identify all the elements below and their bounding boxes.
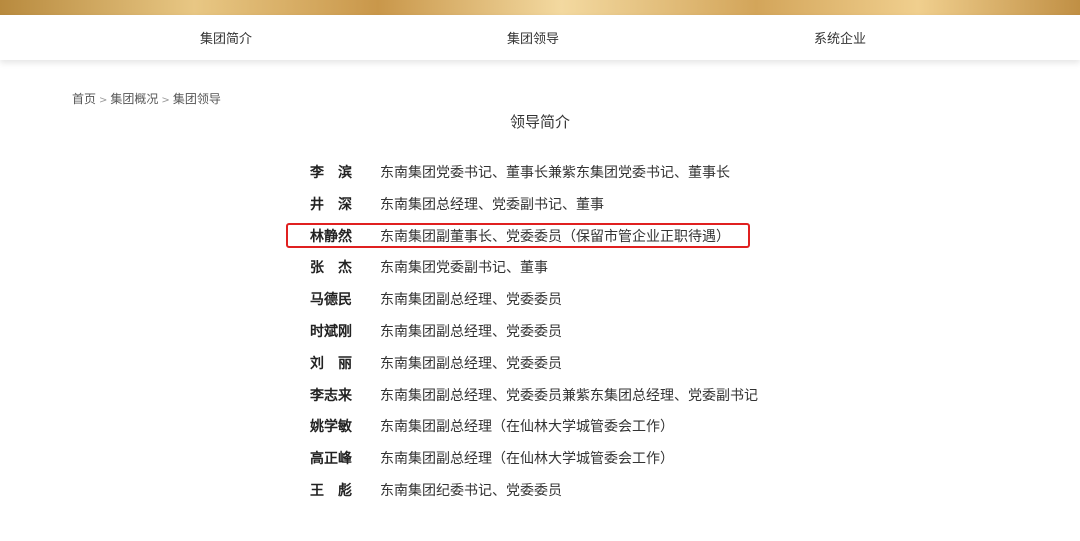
nav-item-group-intro[interactable]: 集团简介 bbox=[200, 28, 252, 47]
leader-row: 王 彪 东南集团纪委书记、党委委员 bbox=[310, 476, 780, 508]
leader-row: 张 杰 东南集团党委副书记、董事 bbox=[310, 253, 780, 285]
leader-title: 东南集团副总经理、党委委员 bbox=[380, 292, 562, 309]
leader-name: 时斌刚 bbox=[310, 323, 352, 340]
leader-name: 王 彪 bbox=[310, 482, 352, 499]
leader-row: 时斌刚 东南集团副总经理、党委委员 bbox=[310, 317, 780, 349]
leader-name: 姚学敏 bbox=[310, 419, 352, 436]
page-title: 领导简介 bbox=[509, 113, 570, 131]
leader-name: 马德民 bbox=[310, 292, 352, 309]
leader-name: 李 滨 bbox=[310, 165, 352, 181]
leader-row: 井 深 东南集团总经理、党委副书记、董事 bbox=[310, 190, 780, 222]
leader-row: 马德民 东南集团副总经理、党委委员 bbox=[310, 285, 780, 317]
leader-name: 高正峰 bbox=[310, 451, 352, 468]
leader-name: 井 深 bbox=[310, 196, 352, 213]
leader-title: 东南集团副总经理（在仙林大学城管委会工作） bbox=[380, 419, 674, 436]
leader-row: 刘 丽 东南集团副总经理、党委委员 bbox=[310, 349, 780, 381]
nav-item-system-enterprises[interactable]: 系统企业 bbox=[814, 28, 866, 47]
leader-name: 刘 丽 bbox=[310, 355, 352, 372]
leader-row: 李 滨 东南集团党委书记、董事长兼紫东集团党委书记、董事长 bbox=[310, 158, 780, 190]
top-nav-bar: 集团简介 集团领导 系统企业 bbox=[0, 15, 1080, 60]
top-banner-strip bbox=[0, 0, 1080, 15]
leader-row: 李志来 东南集团副总经理、党委委员兼紫东集团总经理、党委副书记 bbox=[310, 381, 780, 413]
leader-title: 东南集团党委副书记、董事 bbox=[380, 260, 548, 277]
leader-title: 东南集团副总经理（在仙林大学城管委会工作） bbox=[380, 451, 674, 468]
leader-name: 张 杰 bbox=[310, 260, 352, 277]
leader-title: 东南集团党委书记、董事长兼紫东集团党委书记、董事长 bbox=[380, 165, 730, 181]
leader-title: 东南集团副总经理、党委委员 bbox=[380, 323, 562, 340]
leader-title: 东南集团总经理、党委副书记、董事 bbox=[380, 196, 604, 213]
leader-title: 东南集团纪委书记、党委委员 bbox=[380, 482, 562, 499]
nav-item-group-leaders[interactable]: 集团领导 bbox=[507, 28, 559, 47]
breadcrumb-group-leaders[interactable]: 集团领导 bbox=[173, 92, 221, 106]
highlight-box bbox=[286, 223, 750, 248]
breadcrumb-home[interactable]: 首页 bbox=[72, 92, 96, 106]
breadcrumb-group-overview[interactable]: 集团概况 bbox=[110, 92, 158, 106]
leader-title: 东南集团副总经理、党委委员 bbox=[380, 355, 562, 372]
leader-list: 李 滨 东南集团党委书记、董事长兼紫东集团党委书记、董事长 井 深 东南集团总经理、… bbox=[310, 158, 780, 508]
leader-row: 姚学敏 东南集团副总经理（在仙林大学城管委会工作） bbox=[310, 412, 780, 444]
leader-title: 东南集团副总经理、党委委员兼紫东集团总经理、党委副书记 bbox=[380, 387, 758, 404]
leader-name: 李志来 bbox=[310, 387, 352, 404]
leader-row: 高正峰 东南集团副总经理（在仙林大学城管委会工作） bbox=[310, 444, 780, 476]
breadcrumb-separator-icon: > bbox=[99, 95, 108, 106]
breadcrumb: 首页 > 集团概况 > 集团领导 bbox=[72, 90, 221, 107]
breadcrumb-separator-icon: > bbox=[161, 95, 170, 106]
